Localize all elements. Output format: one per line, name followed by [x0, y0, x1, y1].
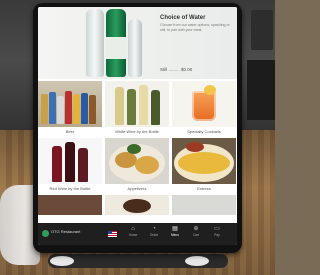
entree-image — [172, 138, 236, 184]
home-icon: ⌂ — [131, 226, 135, 232]
tab-cart[interactable]: ⊕ Cart — [187, 225, 205, 243]
cart-icon: ⊕ — [193, 226, 199, 232]
tab-label: Cart — [192, 233, 200, 237]
category-caption: White Wine by the Bottle — [115, 129, 159, 134]
tab-label: Home — [128, 233, 138, 237]
bottom-tab-bar: OTG Restaurant ⌂ Home ◔ Order ▤ Menu ⊕ C… — [38, 223, 237, 245]
tab-label: Menu — [171, 233, 179, 237]
category-caption: Beer — [65, 129, 75, 134]
hero-banner[interactable]: Choice of Water Choose from our water op… — [38, 7, 237, 79]
us-flag-icon[interactable] — [108, 231, 117, 237]
tab-order[interactable]: ◔ Order — [145, 225, 163, 243]
category-tile[interactable] — [172, 195, 236, 215]
cocktail-image — [172, 81, 236, 127]
background-right-screen — [251, 10, 273, 50]
category-tile[interactable] — [105, 195, 169, 215]
red-wine-image — [38, 138, 102, 184]
category-tile-appetizers[interactable]: Appetizers — [105, 138, 169, 193]
tab-menu[interactable]: ▤ Menu — [166, 225, 184, 243]
category-tile-beer[interactable]: Beer — [38, 81, 102, 136]
tab-label: Order — [149, 233, 159, 237]
category-image — [105, 195, 169, 215]
category-image — [38, 195, 102, 215]
category-tile-white-wine[interactable]: White Wine by the Bottle — [105, 81, 169, 136]
hero-description: Choose from our water options, sparkling… — [160, 23, 230, 32]
beer-image — [38, 81, 102, 127]
appetizer-image — [105, 138, 169, 184]
hero-title: Choice of Water — [160, 15, 206, 21]
category-tile[interactable] — [38, 195, 102, 215]
pay-icon: ▭ — [214, 226, 220, 232]
stand-foot-left — [50, 256, 74, 266]
stand-foot-right — [185, 256, 209, 266]
tab-home[interactable]: ⌂ Home — [124, 225, 142, 243]
hero-bottle-image — [106, 9, 126, 77]
tablet-frame: Choice of Water Choose from our water op… — [33, 3, 242, 253]
hero-text: Choice of Water Choose from our water op… — [160, 15, 232, 32]
category-caption: Appetizers — [127, 186, 147, 191]
category-caption: Red Wine by the Bottle — [49, 186, 91, 191]
tablet-screen: Choice of Water Choose from our water op… — [38, 7, 237, 245]
category-caption: Specialty Cocktails — [187, 129, 221, 134]
category-tile-red-wine[interactable]: Red Wine by the Bottle — [38, 138, 102, 193]
category-caption: Entrees — [197, 186, 211, 191]
logo-badge-icon — [42, 230, 49, 237]
clock-icon: ◔ — [152, 226, 156, 232]
white-wine-image — [105, 81, 169, 127]
logo-text: OTG Restaurant — [51, 229, 81, 234]
grid-row: Beer White Wine by the Bottle Specialty … — [38, 81, 237, 136]
category-tile-cocktails[interactable]: Specialty Cocktails — [172, 81, 236, 136]
category-image — [172, 195, 236, 215]
tab-label: Pay — [214, 233, 220, 237]
tab-pay[interactable]: ▭ Pay — [208, 225, 226, 243]
hero-bottle-image — [86, 9, 104, 77]
hero-price[interactable]: Still ......... $0.00 — [160, 67, 192, 72]
grid-row: Red Wine by the Bottle Appetizers Entree… — [38, 138, 237, 193]
menu-icon: ▤ — [172, 226, 178, 232]
category-tile-entrees[interactable]: Entrees — [172, 138, 236, 193]
background-right-object — [247, 60, 275, 120]
hero-bottle-image — [128, 19, 142, 77]
brand-logo[interactable]: OTG Restaurant — [42, 226, 80, 242]
